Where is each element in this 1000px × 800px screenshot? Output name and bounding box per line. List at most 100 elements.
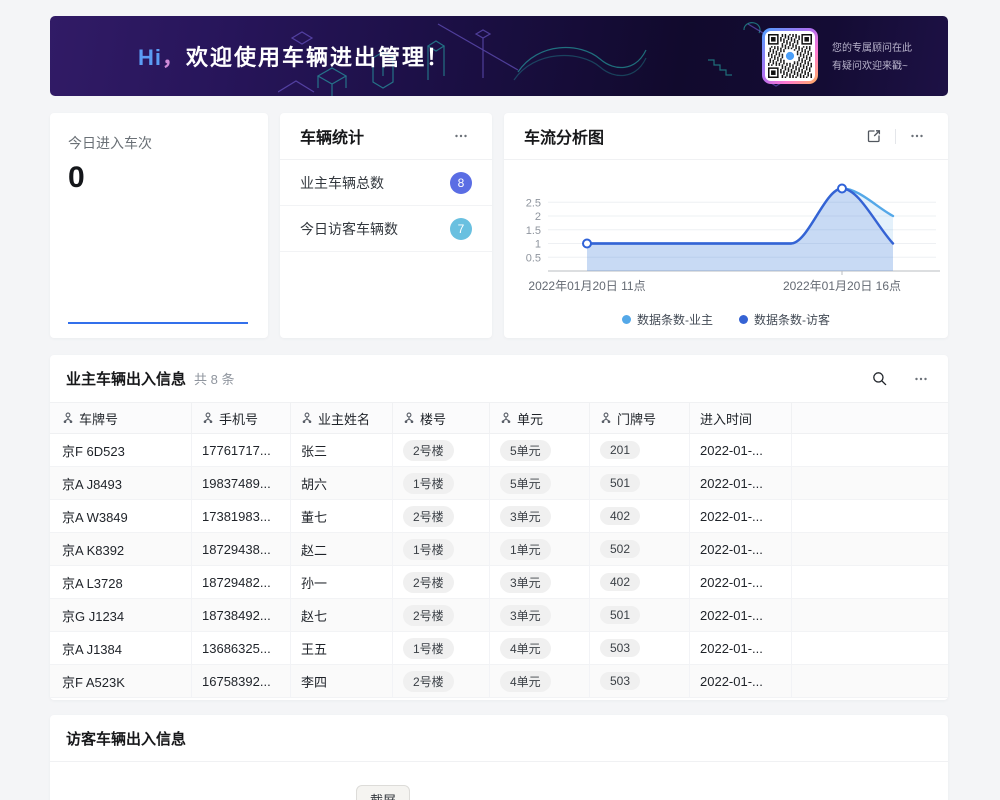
legend-item-0[interactable]: 数据条数-业主 xyxy=(622,311,713,328)
cell-plate: 京F 6D523 xyxy=(50,434,192,466)
cell-building: 1号楼 xyxy=(393,632,490,664)
cell-door: 502 xyxy=(590,533,690,565)
owner-table-body: 京F 6D52317761717...张三 2号楼 5单元 201 2022-01-..… xyxy=(50,434,948,698)
column-header-4[interactable]: 单元 xyxy=(490,403,590,433)
legend-dot xyxy=(622,315,631,324)
cell-plate: 京A J8493 xyxy=(50,467,192,499)
welcome-banner: Hi，欢迎使用车辆进出管理！ 您的专属顾问在此 有疑问欢迎来戳~ xyxy=(50,16,948,96)
tag-pill: 1号楼 xyxy=(403,539,454,560)
cell-name: 张三 xyxy=(291,434,393,466)
tag-pill: 1号楼 xyxy=(403,473,454,494)
cell-time: 2022-01-... xyxy=(690,467,792,499)
column-header-5[interactable]: 门牌号 xyxy=(590,403,690,433)
column-header-3[interactable]: 楼号 xyxy=(393,403,490,433)
table-row[interactable]: 京A W384917381983...董七2号楼3单元4022022-01-..… xyxy=(50,500,948,533)
tag-pill: 201 xyxy=(600,441,640,459)
more-icon[interactable] xyxy=(906,125,928,147)
table-row[interactable]: 京A J138413686325...王五1号楼4单元5032022-01-..… xyxy=(50,632,948,665)
tag-pill: 3单元 xyxy=(500,506,551,527)
cell-door: 503 xyxy=(590,632,690,664)
traffic-chart-card: 车流分析图 0.511.522.52022年01月20日 11点2022年01月… xyxy=(504,113,948,338)
stat-item-0: 业主车辆总数 8 xyxy=(280,160,492,206)
table-row[interactable]: 京F 6D52317761717...张三2号楼5单元2012022-01-..… xyxy=(50,434,948,467)
cell-name: 赵二 xyxy=(291,533,393,565)
cell-name: 胡六 xyxy=(291,467,393,499)
cell-door: 201 xyxy=(590,434,690,466)
field-type-icon xyxy=(500,412,512,424)
tag-pill: 5单元 xyxy=(500,473,551,494)
column-header-label: 业主姓名 xyxy=(318,409,370,428)
cell-plate: 京A K8392 xyxy=(50,533,192,565)
column-header-2[interactable]: 业主姓名 xyxy=(291,403,393,433)
banner-title-text: 欢迎使用车辆进出管理！ xyxy=(186,45,450,70)
cell-unit: 3单元 xyxy=(490,566,590,598)
column-header-7[interactable] xyxy=(792,403,948,433)
tag-pill: 2号楼 xyxy=(403,572,454,593)
stat-label: 今日访客车辆数 xyxy=(300,219,398,239)
table-row[interactable]: 京A K839218729438...赵二1号楼1单元5022022-01-..… xyxy=(50,533,948,566)
cell-phone: 18729482... xyxy=(192,566,291,598)
visitor-partial-button[interactable]: 截屏 xyxy=(356,785,410,800)
expand-icon[interactable] xyxy=(863,125,885,147)
cell-unit: 5单元 xyxy=(490,434,590,466)
table-row[interactable]: 京A J849319837489...胡六1号楼5单元5012022-01-..… xyxy=(50,467,948,500)
vehicle-stats-list: 业主车辆总数 8 今日访客车辆数 7 xyxy=(280,160,492,252)
dashboard-page: Hi，欢迎使用车辆进出管理！ 您的专属顾问在此 有疑问欢迎来戳~ 今日进入车次 … xyxy=(50,16,948,800)
cell-plate: 京A L3728 xyxy=(50,566,192,598)
cell-unit: 3单元 xyxy=(490,599,590,631)
cell-plate: 京A W3849 xyxy=(50,500,192,532)
tag-pill: 2号楼 xyxy=(403,605,454,626)
cell-phone: 18738492... xyxy=(192,599,291,631)
qr-pattern xyxy=(768,34,812,78)
cell-building: 2号楼 xyxy=(393,599,490,631)
column-header-1[interactable]: 手机号 xyxy=(192,403,291,433)
qr-caption-line1: 您的专属顾问在此 xyxy=(832,40,912,58)
cell-building: 2号楼 xyxy=(393,665,490,697)
cell-empty xyxy=(792,467,948,499)
tag-pill: 502 xyxy=(600,540,640,558)
column-header-6[interactable]: 进入时间 xyxy=(690,403,792,433)
field-type-icon xyxy=(600,412,612,424)
cell-phone: 17761717... xyxy=(192,434,291,466)
cell-empty xyxy=(792,533,948,565)
owner-table-title: 业主车辆出入信息 xyxy=(66,368,186,389)
cell-unit: 1单元 xyxy=(490,533,590,565)
tag-pill: 501 xyxy=(600,474,640,492)
tag-pill: 3单元 xyxy=(500,572,551,593)
tag-pill: 2号楼 xyxy=(403,440,454,461)
stat-label: 业主车辆总数 xyxy=(300,173,384,193)
cell-name: 董七 xyxy=(291,500,393,532)
banner-title: Hi，欢迎使用车辆进出管理！ xyxy=(138,40,450,72)
stat-count-badge: 8 xyxy=(450,172,472,194)
cell-empty xyxy=(792,632,948,664)
cell-door: 402 xyxy=(590,566,690,598)
cell-unit: 3单元 xyxy=(490,500,590,532)
tag-pill: 503 xyxy=(600,639,640,657)
svg-text:0.5: 0.5 xyxy=(526,252,541,264)
today-entries-card: 今日进入车次 0 xyxy=(50,113,268,338)
vehicle-stats-card: 车辆统计 业主车辆总数8今日访客车辆数7 xyxy=(280,113,492,338)
today-entries-value: 0 xyxy=(68,161,250,195)
tag-pill: 402 xyxy=(600,573,640,591)
tag-pill: 402 xyxy=(600,507,640,525)
column-header-0[interactable]: 车牌号 xyxy=(50,403,192,433)
table-row[interactable]: 京A L372818729482...孙一2号楼3单元4022022-01-..… xyxy=(50,566,948,599)
cell-building: 2号楼 xyxy=(393,434,490,466)
cell-name: 孙一 xyxy=(291,566,393,598)
cell-name: 李四 xyxy=(291,665,393,697)
cell-phone: 17381983... xyxy=(192,500,291,532)
cell-time: 2022-01-... xyxy=(690,533,792,565)
more-icon[interactable] xyxy=(450,125,472,147)
table-row[interactable]: 京F A523K16758392...李四2号楼4单元5032022-01-..… xyxy=(50,665,948,698)
legend-item-1[interactable]: 数据条数-访客 xyxy=(739,311,830,328)
table-row[interactable]: 京G J123418738492...赵七2号楼3单元5012022-01-..… xyxy=(50,599,948,632)
field-type-icon xyxy=(62,412,74,424)
cell-building: 2号楼 xyxy=(393,500,490,532)
chart-legend: 数据条数-业主 数据条数-访客 xyxy=(504,311,948,328)
qr-caption-line2: 有疑问欢迎来戳~ xyxy=(832,58,912,76)
stat-count-badge: 7 xyxy=(450,218,472,240)
more-icon[interactable] xyxy=(910,368,932,390)
search-icon[interactable] xyxy=(868,368,890,390)
cell-plate: 京F A523K xyxy=(50,665,192,697)
cell-unit: 4单元 xyxy=(490,665,590,697)
